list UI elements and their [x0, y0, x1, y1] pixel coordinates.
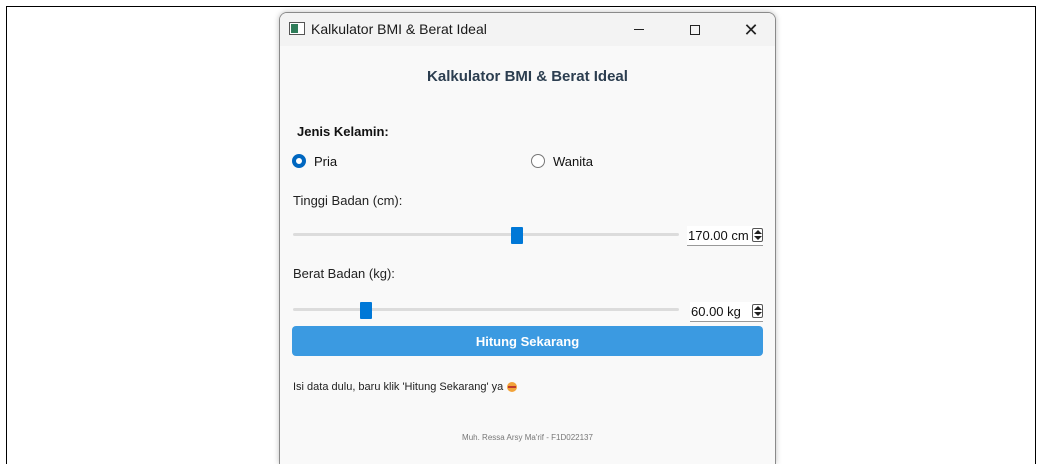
title-bar[interactable]: Kalkulator BMI & Berat Ideal ✕: [280, 13, 775, 46]
emoji-icon: [507, 382, 518, 392]
weight-spinbox[interactable]: 60.00 kg: [690, 302, 763, 322]
app-window-icon: [289, 22, 305, 35]
height-slider-handle[interactable]: [511, 227, 523, 244]
footer-credit: Muh. Ressa Arsy Ma'rif - F1D022137: [462, 433, 593, 442]
window-title: Kalkulator BMI & Berat Ideal: [311, 21, 487, 37]
spin-up-icon[interactable]: [754, 306, 762, 310]
height-value[interactable]: 170.00 cm: [688, 228, 749, 243]
height-label: Tinggi Badan (cm):: [293, 193, 403, 208]
spin-up-icon[interactable]: [754, 230, 762, 234]
hint-label: Isi data dulu, baru klik 'Hitung Sekaran…: [293, 381, 504, 393]
maximize-icon: [690, 24, 700, 35]
minimize-icon: [634, 29, 644, 30]
weight-slider-handle[interactable]: [360, 302, 372, 319]
radio-wanita[interactable]: [531, 154, 545, 168]
maximize-button[interactable]: [672, 13, 718, 46]
weight-value[interactable]: 60.00 kg: [691, 304, 741, 319]
app-window: Kalkulator BMI & Berat Ideal ✕ Kalkulato…: [279, 12, 776, 464]
radio-wanita-label[interactable]: Wanita: [553, 154, 593, 169]
spin-down-icon[interactable]: [754, 236, 762, 240]
radio-pria-label[interactable]: Pria: [314, 154, 337, 169]
gender-label: Jenis Kelamin:: [297, 124, 389, 139]
height-spinbox[interactable]: 170.00 cm: [687, 226, 763, 246]
calculate-button[interactable]: Hitung Sekarang: [292, 326, 763, 356]
close-icon: ✕: [743, 19, 759, 40]
hint-text: Isi data dulu, baru klik 'Hitung Sekaran…: [293, 381, 518, 393]
minimize-button[interactable]: [616, 13, 662, 46]
radio-pria[interactable]: [292, 154, 306, 168]
weight-slider[interactable]: [293, 308, 679, 311]
height-stepper[interactable]: [752, 228, 763, 242]
height-slider[interactable]: [293, 233, 679, 236]
weight-label: Berat Badan (kg):: [293, 266, 395, 281]
spin-down-icon[interactable]: [754, 312, 762, 316]
weight-stepper[interactable]: [752, 304, 763, 318]
close-button[interactable]: ✕: [728, 13, 774, 46]
page-title: Kalkulator BMI & Berat Ideal: [427, 68, 628, 85]
